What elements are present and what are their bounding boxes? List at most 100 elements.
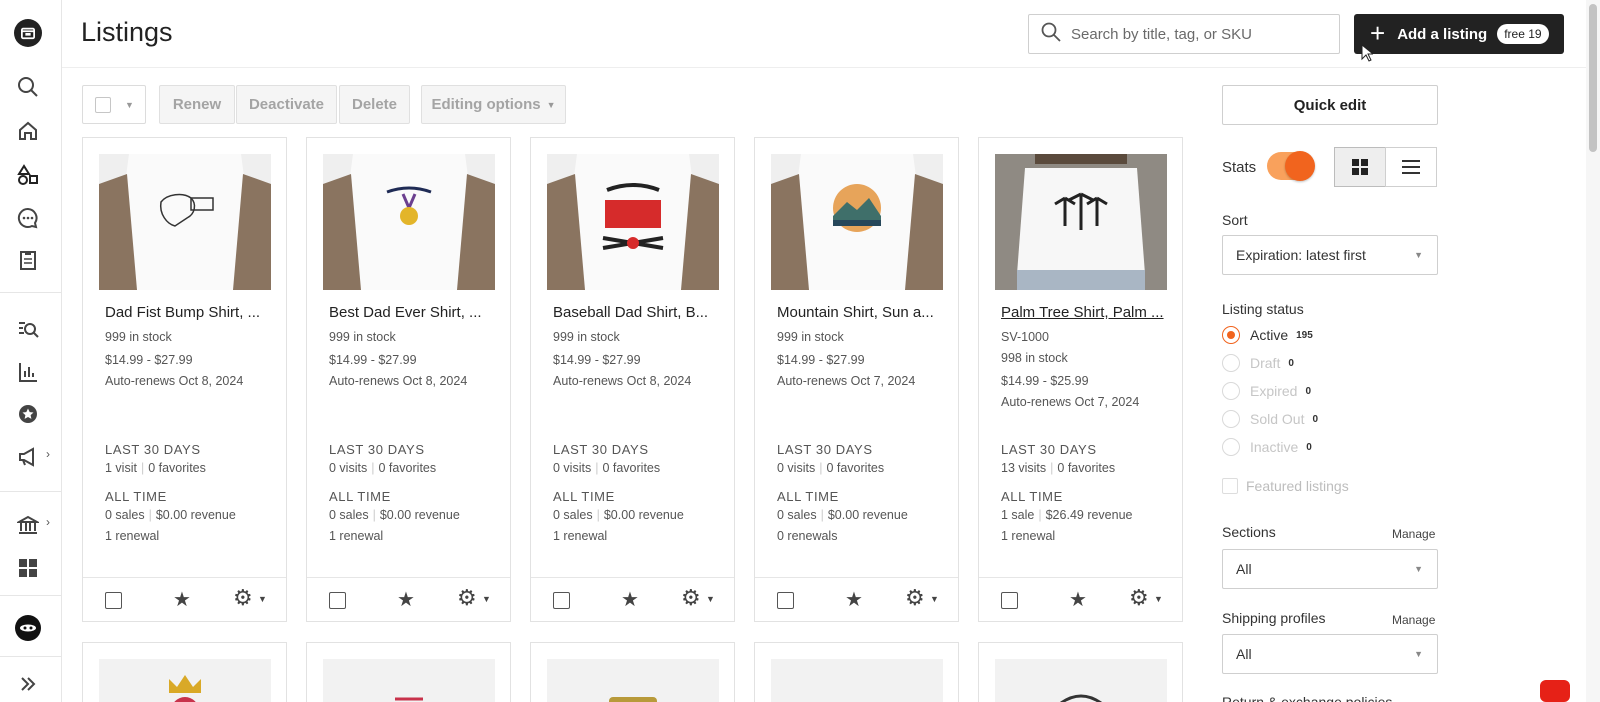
listing-image[interactable] — [99, 659, 271, 702]
listing-card[interactable]: Mountain Shirt, Sun a... 999 in stock $1… — [754, 137, 959, 622]
radio-button[interactable] — [1222, 326, 1240, 344]
scrollbar-thumb[interactable] — [1589, 4, 1597, 152]
toggle-knob — [1285, 151, 1315, 181]
listing-title[interactable]: Baseball Dad Shirt, B... — [553, 304, 708, 321]
home-icon[interactable] — [14, 117, 42, 145]
messages-icon[interactable] — [14, 204, 42, 232]
listing-card[interactable]: Baseball Dad Shirt, B... 999 in stock $1… — [530, 137, 735, 622]
listing-image[interactable] — [323, 659, 495, 702]
star-icon[interactable]: ★ — [173, 587, 191, 612]
listing-image[interactable] — [771, 659, 943, 702]
apps-grid-icon[interactable] — [14, 554, 42, 582]
listing-checkbox[interactable] — [777, 592, 794, 609]
listing-checkbox[interactable] — [553, 592, 570, 609]
star-seller-icon[interactable] — [14, 400, 42, 428]
listing-image[interactable] — [995, 154, 1167, 290]
delete-button[interactable]: Delete — [339, 85, 410, 124]
star-icon[interactable]: ★ — [1069, 587, 1087, 612]
listing-renewal-date: Auto-renews Oct 8, 2024 — [553, 374, 692, 388]
featured-listings-filter[interactable]: Featured listings — [1222, 478, 1349, 494]
video-icon[interactable] — [1540, 680, 1570, 702]
listing-card[interactable] — [306, 642, 511, 702]
listing-title[interactable]: Dad Fist Bump Shirt, ... — [105, 304, 260, 321]
select-all-dropdown[interactable]: ▼ — [82, 85, 146, 124]
sections-manage-link[interactable]: Manage — [1392, 527, 1435, 541]
status-radio-active[interactable]: Active 195 — [1222, 326, 1313, 344]
listings-icon[interactable] — [14, 161, 42, 189]
finances-icon[interactable] — [14, 511, 42, 539]
listing-card[interactable] — [754, 642, 959, 702]
star-icon[interactable]: ★ — [397, 587, 415, 612]
radio-button[interactable] — [1222, 438, 1240, 456]
listing-image[interactable] — [995, 659, 1167, 702]
shop-icon[interactable] — [14, 19, 42, 47]
listing-image[interactable] — [323, 154, 495, 290]
chevron-down-icon[interactable]: ▼ — [930, 594, 939, 604]
gear-icon[interactable]: ⚙ — [233, 585, 253, 611]
gear-icon[interactable]: ⚙ — [681, 585, 701, 611]
listing-card[interactable]: Dad Fist Bump Shirt, ... 999 in stock $1… — [82, 137, 287, 622]
expand-icon[interactable] — [14, 670, 42, 698]
radio-button[interactable] — [1222, 410, 1240, 428]
gear-icon[interactable]: ⚙ — [457, 585, 477, 611]
quick-edit-button[interactable]: Quick edit — [1222, 85, 1438, 125]
listing-image[interactable] — [771, 154, 943, 290]
stat-divider: | — [372, 508, 376, 522]
listing-card[interactable]: Best Dad Ever Shirt, ... 999 in stock $1… — [306, 137, 511, 622]
marketing-search-icon[interactable] — [14, 315, 42, 343]
renew-button[interactable]: Renew — [159, 85, 235, 124]
avatar[interactable] — [14, 614, 42, 642]
listing-checkbox[interactable] — [329, 592, 346, 609]
status-radio-draft[interactable]: Draft 0 — [1222, 354, 1294, 372]
stats-toggle[interactable] — [1267, 151, 1315, 181]
featured-checkbox[interactable] — [1222, 478, 1238, 494]
listing-price: $14.99 - $27.99 — [105, 353, 193, 367]
gear-icon[interactable]: ⚙ — [905, 585, 925, 611]
editing-options-button[interactable]: Editing options ▼ — [421, 85, 566, 124]
status-radio-expired[interactable]: Expired 0 — [1222, 382, 1311, 400]
chevron-right-icon[interactable]: › — [46, 447, 50, 461]
search-box[interactable] — [1028, 14, 1340, 54]
orders-icon[interactable] — [14, 246, 42, 274]
search-icon[interactable] — [14, 73, 42, 101]
listing-card[interactable] — [978, 642, 1183, 702]
gear-icon[interactable]: ⚙ — [1129, 585, 1149, 611]
listing-image[interactable] — [99, 154, 271, 290]
listing-checkbox[interactable] — [105, 592, 122, 609]
scrollbar[interactable] — [1586, 0, 1600, 702]
star-icon[interactable]: ★ — [621, 587, 639, 612]
listing-image[interactable] — [547, 154, 719, 290]
chevron-down-icon[interactable]: ▼ — [706, 594, 715, 604]
shipping-manage-link[interactable]: Manage — [1392, 613, 1435, 627]
all-time-stats: 1 sale | $26.49 revenue — [1001, 508, 1133, 522]
listing-title[interactable]: Best Dad Ever Shirt, ... — [329, 304, 482, 321]
listing-price: $14.99 - $27.99 — [777, 353, 865, 367]
radio-button[interactable] — [1222, 382, 1240, 400]
sections-select[interactable]: All ▼ — [1222, 549, 1438, 589]
megaphone-icon[interactable] — [14, 443, 42, 471]
status-radio-inactive[interactable]: Inactive 0 — [1222, 438, 1312, 456]
listing-title[interactable]: Mountain Shirt, Sun a... — [777, 304, 934, 321]
listing-image[interactable] — [547, 659, 719, 702]
listing-checkbox[interactable] — [1001, 592, 1018, 609]
listing-card[interactable] — [82, 642, 287, 702]
radio-button[interactable] — [1222, 354, 1240, 372]
chevron-right-icon[interactable]: › — [46, 515, 50, 529]
listing-card[interactable]: Palm Tree Shirt, Palm ... SV-1000 998 in… — [978, 137, 1183, 622]
listing-card[interactable] — [530, 642, 735, 702]
sort-select[interactable]: Expiration: latest first ▼ — [1222, 235, 1438, 275]
add-listing-button[interactable]: + Add a listing free 19 — [1354, 14, 1564, 54]
star-icon[interactable]: ★ — [845, 587, 863, 612]
listing-title[interactable]: Palm Tree Shirt, Palm ... — [1001, 304, 1164, 321]
search-input[interactable] — [1071, 25, 1321, 43]
list-view-button[interactable] — [1385, 147, 1437, 187]
chevron-down-icon[interactable]: ▼ — [482, 594, 491, 604]
select-all-checkbox[interactable] — [95, 96, 111, 113]
chevron-down-icon[interactable]: ▼ — [1154, 594, 1163, 604]
chevron-down-icon[interactable]: ▼ — [258, 594, 267, 604]
stats-icon[interactable] — [14, 358, 42, 386]
shipping-select[interactable]: All ▼ — [1222, 634, 1438, 674]
grid-view-button[interactable] — [1334, 147, 1386, 187]
deactivate-button[interactable]: Deactivate — [236, 85, 337, 124]
status-radio-sold-out[interactable]: Sold Out 0 — [1222, 410, 1318, 428]
